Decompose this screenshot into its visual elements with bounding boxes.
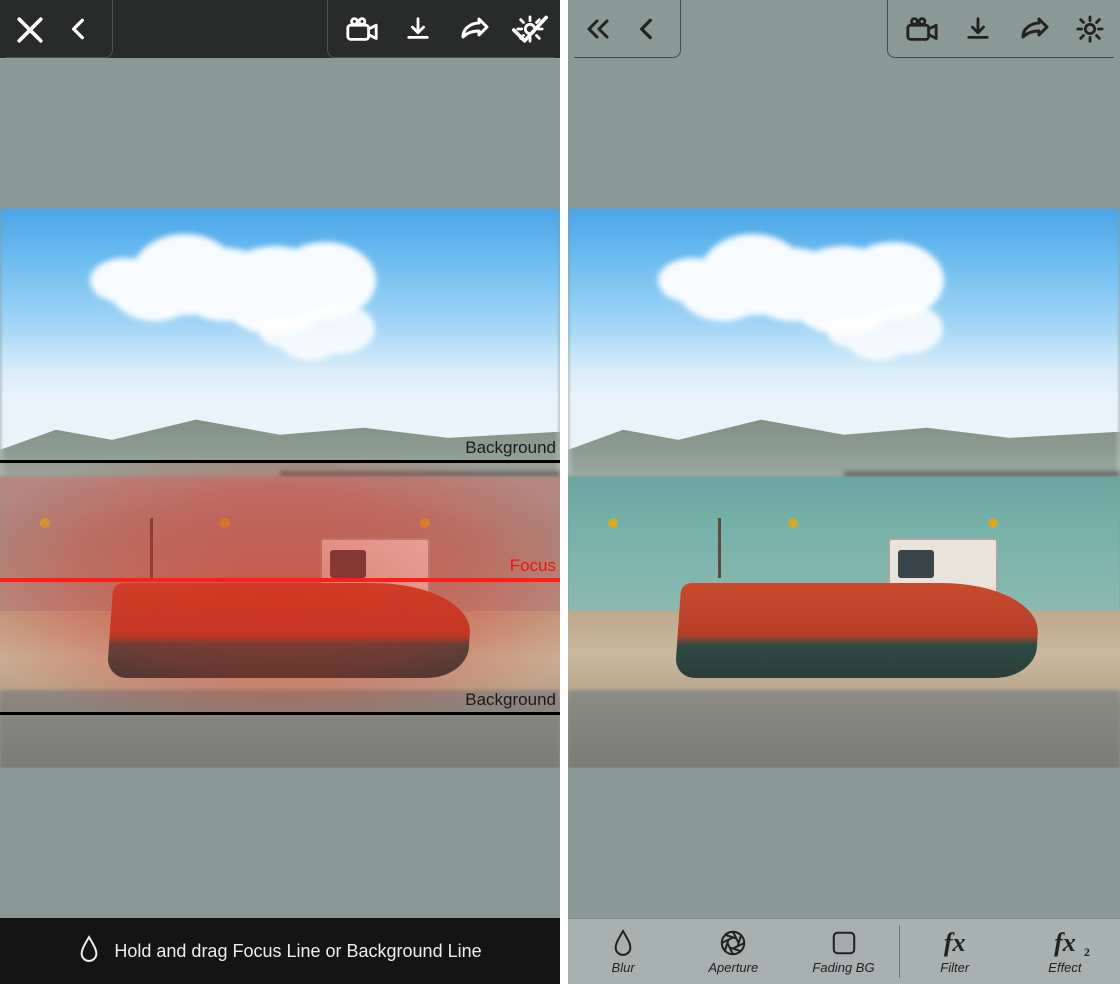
boat bbox=[678, 528, 1038, 698]
boat bbox=[110, 528, 470, 698]
tool-effect[interactable]: fx2 Effect bbox=[1010, 919, 1120, 984]
bottombar-right: Blur Aperture Fading BG fx Filter fx2 Ef… bbox=[568, 918, 1120, 984]
canvas-area-right[interactable] bbox=[568, 58, 1120, 918]
editor-panel-right: Blur Aperture Fading BG fx Filter fx2 Ef… bbox=[568, 0, 1120, 984]
tool-aperture[interactable]: Aperture bbox=[678, 919, 788, 984]
square-icon bbox=[827, 928, 861, 958]
topbar-right bbox=[568, 0, 1120, 58]
drop-icon bbox=[606, 928, 640, 958]
download-icon[interactable] bbox=[954, 5, 1002, 53]
hint-text: Hold and drag Focus Line or Background L… bbox=[114, 941, 481, 962]
close-button[interactable] bbox=[6, 6, 54, 54]
camera-icon[interactable] bbox=[898, 5, 946, 53]
background-line-top[interactable] bbox=[0, 460, 560, 463]
fx2-icon: fx2 bbox=[1048, 928, 1082, 958]
background-line-top-label: Background bbox=[465, 438, 556, 458]
photo-left[interactable]: Background Focus Background bbox=[0, 208, 560, 768]
back-button[interactable] bbox=[622, 5, 670, 53]
tool-filter[interactable]: fx Filter bbox=[900, 919, 1010, 984]
share-icon[interactable] bbox=[450, 5, 498, 53]
topbar-left-group bbox=[574, 0, 681, 58]
topbar-right-group bbox=[887, 0, 1114, 58]
canvas-area-left[interactable]: Background Focus Background bbox=[0, 58, 560, 918]
background-line-bottom-label: Background bbox=[465, 690, 556, 710]
focus-line-label: Focus bbox=[510, 556, 556, 576]
focus-line[interactable] bbox=[0, 578, 560, 582]
fx-icon: fx bbox=[938, 928, 972, 958]
download-icon[interactable] bbox=[394, 5, 442, 53]
drop-icon bbox=[78, 935, 100, 968]
photo-right[interactable] bbox=[568, 208, 1120, 768]
editor-panel-left: Background Focus Background Blur Apertur… bbox=[0, 0, 560, 984]
back-button[interactable] bbox=[54, 5, 102, 53]
share-icon[interactable] bbox=[1010, 5, 1058, 53]
rewind-button[interactable] bbox=[574, 5, 622, 53]
camera-icon[interactable] bbox=[338, 5, 386, 53]
background-line-bottom[interactable] bbox=[0, 712, 560, 715]
topbar-left bbox=[0, 0, 560, 58]
aperture-icon bbox=[716, 928, 750, 958]
tool-fading-bg[interactable]: Fading BG bbox=[788, 919, 898, 984]
hint-bar: Hold and drag Focus Line or Background L… bbox=[0, 918, 560, 984]
confirm-button[interactable] bbox=[506, 6, 554, 54]
gear-icon[interactable] bbox=[1066, 5, 1114, 53]
tool-blur[interactable]: Blur bbox=[568, 919, 678, 984]
